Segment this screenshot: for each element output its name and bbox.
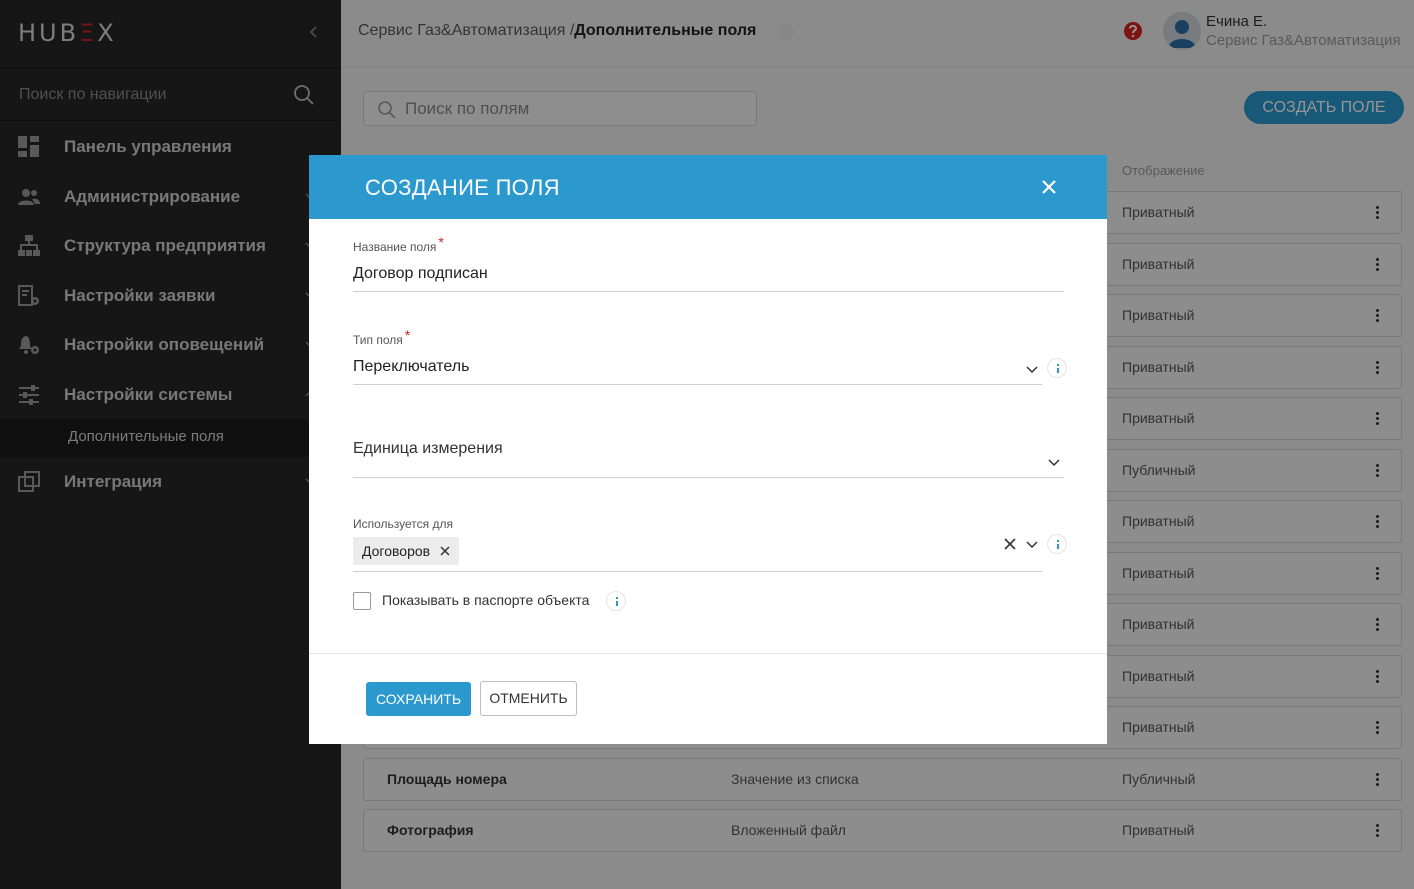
unit-select[interactable]: Единица измерения xyxy=(353,440,503,458)
field-name-label: Название поля * xyxy=(353,234,444,254)
info-icon[interactable] xyxy=(606,591,626,611)
field-type-underline xyxy=(353,384,1042,385)
save-button[interactable]: СОХРАНИТЬ xyxy=(366,682,471,716)
used-for-chip: Договоров xyxy=(353,537,460,565)
required-mark: * xyxy=(404,327,411,343)
modal-header: СОЗДАНИЕ ПОЛЯ xyxy=(309,155,1107,219)
close-icon[interactable] xyxy=(1040,178,1058,196)
field-name-underline xyxy=(353,291,1064,292)
clear-icon[interactable] xyxy=(1003,537,1017,551)
required-mark: * xyxy=(438,234,444,250)
chevron-down-icon[interactable] xyxy=(1025,362,1039,376)
info-icon[interactable] xyxy=(1047,358,1067,378)
remove-chip-icon[interactable] xyxy=(440,546,450,556)
chip-label: Договоров xyxy=(362,543,431,559)
used-for-label: Используется для xyxy=(353,517,453,531)
create-field-modal: СОЗДАНИЕ ПОЛЯ Название поля * Договор под… xyxy=(309,155,1107,744)
field-type-label: Тип поля * xyxy=(353,327,411,347)
modal-title: СОЗДАНИЕ ПОЛЯ xyxy=(365,175,560,200)
field-type-select[interactable]: Переключатель xyxy=(353,358,469,376)
chevron-down-icon[interactable] xyxy=(1047,455,1061,469)
show-in-passport-checkbox[interactable] xyxy=(353,592,371,610)
unit-underline xyxy=(353,477,1064,478)
used-for-underline xyxy=(353,571,1042,572)
field-name-input[interactable]: Договор подписан xyxy=(353,265,488,283)
info-icon[interactable] xyxy=(1047,534,1067,554)
chevron-down-icon[interactable] xyxy=(1025,537,1039,551)
modal-divider xyxy=(309,653,1107,654)
cancel-button[interactable]: ОТМЕНИТЬ xyxy=(480,681,577,716)
show-in-passport-label[interactable]: Показывать в паспорте объекта xyxy=(382,592,589,608)
